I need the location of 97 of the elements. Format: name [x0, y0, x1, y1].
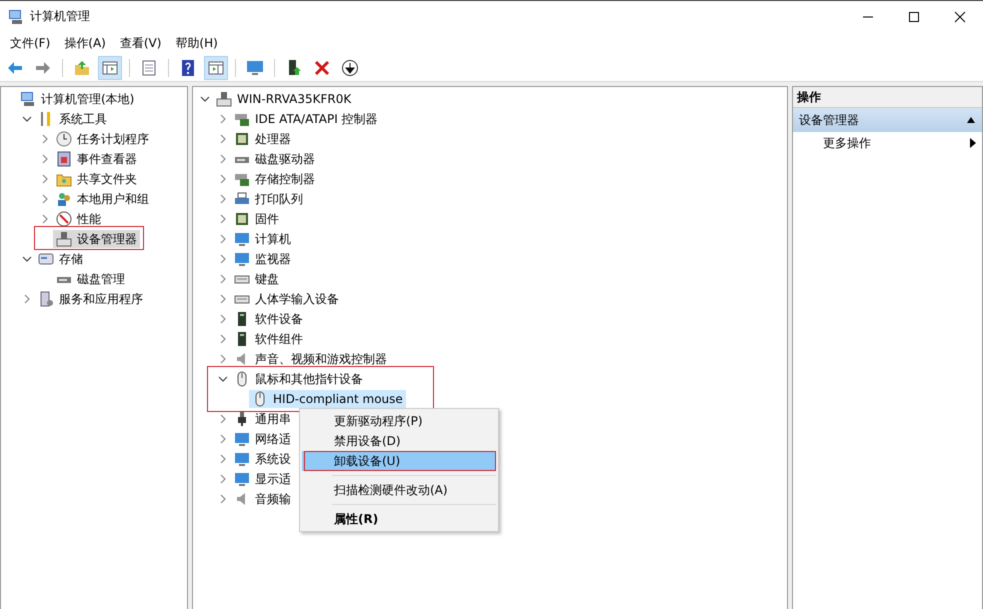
monitor-icon: [234, 471, 250, 487]
tree-item[interactable]: 软件组件: [231, 330, 306, 348]
chip-icon: [234, 211, 250, 227]
chevron-right-icon[interactable]: [218, 134, 228, 144]
computer-icon: [20, 91, 36, 107]
tree-item[interactable]: 事件查看器: [53, 150, 140, 168]
window-title: 计算机管理: [30, 8, 90, 25]
chevron-right-icon[interactable]: [218, 354, 228, 364]
monitor-icon: [234, 451, 250, 467]
chevron-right-icon[interactable]: [218, 314, 228, 324]
chevron-right-icon[interactable]: [218, 154, 228, 164]
tree-item[interactable]: 打印队列: [231, 190, 306, 208]
menu-item[interactable]: 属性(R): [302, 509, 496, 529]
menu-item[interactable]: 查看(V): [120, 35, 162, 52]
menu-item[interactable]: 更新驱动程序(P): [302, 411, 496, 431]
tree-item[interactable]: 鼠标和其他指针设备: [231, 370, 366, 388]
chevron-right-icon[interactable]: [22, 294, 32, 304]
chevron-right-icon[interactable]: [218, 194, 228, 204]
computer-icon: [8, 8, 24, 24]
tree-item[interactable]: 处理器: [231, 130, 294, 148]
printer-icon: [234, 191, 250, 207]
monitor-icon: [234, 231, 250, 247]
menu-item[interactable]: 扫描检测硬件改动(A): [302, 480, 496, 500]
storage-icon: [38, 251, 54, 267]
users-icon: [56, 191, 72, 207]
pane-header: 操作: [793, 87, 982, 108]
tree-item[interactable]: 网络适: [231, 430, 294, 448]
clock-icon: [56, 131, 72, 147]
tree-item[interactable]: 软件设备: [231, 310, 306, 328]
tree-item[interactable]: 存储控制器: [231, 170, 318, 188]
chip-icon: [234, 131, 250, 147]
tree-item[interactable]: 计算机: [231, 230, 294, 248]
tree-item[interactable]: 计算机管理(本地): [17, 90, 138, 108]
close-icon[interactable]: [954, 10, 966, 22]
tree-item[interactable]: 通用串: [231, 410, 294, 428]
device-icon: [216, 91, 232, 107]
action-link[interactable]: 更多操作: [793, 132, 982, 154]
chevron-down-icon[interactable]: [22, 114, 32, 124]
tree-item[interactable]: 音频输: [231, 490, 294, 508]
tree-item[interactable]: IDE ATA/ATAPI 控制器: [231, 110, 381, 128]
tree-item[interactable]: 键盘: [231, 270, 282, 288]
chevron-right-icon[interactable]: [218, 234, 228, 244]
chevron-right-icon[interactable]: [40, 194, 50, 204]
tree-item[interactable]: 性能: [53, 210, 104, 228]
chevron-right-icon[interactable]: [218, 474, 228, 484]
chevron-down-icon[interactable]: [218, 374, 228, 384]
menu-item[interactable]: 帮助(H): [175, 35, 218, 52]
chevron-down-icon[interactable]: [200, 94, 210, 104]
chevron-right-icon[interactable]: [218, 214, 228, 224]
collapse-icon: [966, 116, 976, 124]
monitor-icon: [234, 251, 250, 267]
tree-item[interactable]: WIN-RRVA35KFR0K: [213, 90, 354, 108]
maximize-icon[interactable]: [908, 10, 920, 22]
menu-item[interactable]: 操作(A): [64, 35, 106, 52]
server-icon: [38, 291, 54, 307]
tree-item[interactable]: HID-compliant mouse: [249, 390, 406, 408]
menu-item[interactable]: 文件(F): [10, 35, 50, 52]
tree-item[interactable]: 磁盘管理: [53, 270, 128, 288]
device-icon: [56, 231, 72, 247]
chevron-right-icon[interactable]: [218, 494, 228, 504]
chevron-right-icon[interactable]: [218, 454, 228, 464]
chevron-right-icon[interactable]: [218, 414, 228, 424]
section-header[interactable]: 设备管理器: [793, 108, 982, 132]
tree-item[interactable]: 系统工具: [35, 110, 110, 128]
tree-item[interactable]: 人体学输入设备: [231, 290, 342, 308]
tree-item[interactable]: 服务和应用程序: [35, 290, 146, 308]
tree-item[interactable]: 存储: [35, 250, 86, 268]
tree-item[interactable]: 监视器: [231, 250, 294, 268]
chevron-down-icon[interactable]: [22, 254, 32, 264]
submenu-arrow-icon: [970, 138, 976, 148]
chevron-right-icon[interactable]: [218, 334, 228, 344]
chevron-right-icon[interactable]: [40, 154, 50, 164]
book-icon: [56, 151, 72, 167]
chevron-right-icon[interactable]: [40, 174, 50, 184]
panel-icon[interactable]: [98, 56, 122, 80]
controller-icon: [234, 171, 250, 187]
tree-item[interactable]: 声音、视频和游戏控制器: [231, 350, 390, 368]
chevron-right-icon[interactable]: [218, 434, 228, 444]
tree-item[interactable]: 系统设: [231, 450, 294, 468]
menu-item[interactable]: 禁用设备(D): [302, 431, 496, 451]
controller-icon: [234, 111, 250, 127]
tree-item[interactable]: 任务计划程序: [53, 130, 152, 148]
chevron-right-icon[interactable]: [218, 114, 228, 124]
chevron-right-icon[interactable]: [218, 174, 228, 184]
chevron-right-icon[interactable]: [218, 294, 228, 304]
tree-item[interactable]: 设备管理器: [53, 230, 140, 248]
chevron-right-icon[interactable]: [40, 134, 50, 144]
chevron-right-icon[interactable]: [218, 274, 228, 284]
tree-item[interactable]: 显示适: [231, 470, 294, 488]
tree-item[interactable]: 固件: [231, 210, 282, 228]
chevron-right-icon[interactable]: [40, 214, 50, 224]
tree-item[interactable]: 磁盘驱动器: [231, 150, 318, 168]
chevron-right-icon[interactable]: [218, 254, 228, 264]
monitor-icon: [234, 431, 250, 447]
panel-icon[interactable]: [204, 56, 228, 80]
tree-item[interactable]: 本地用户和组: [53, 190, 152, 208]
tree-item[interactable]: 共享文件夹: [53, 170, 140, 188]
